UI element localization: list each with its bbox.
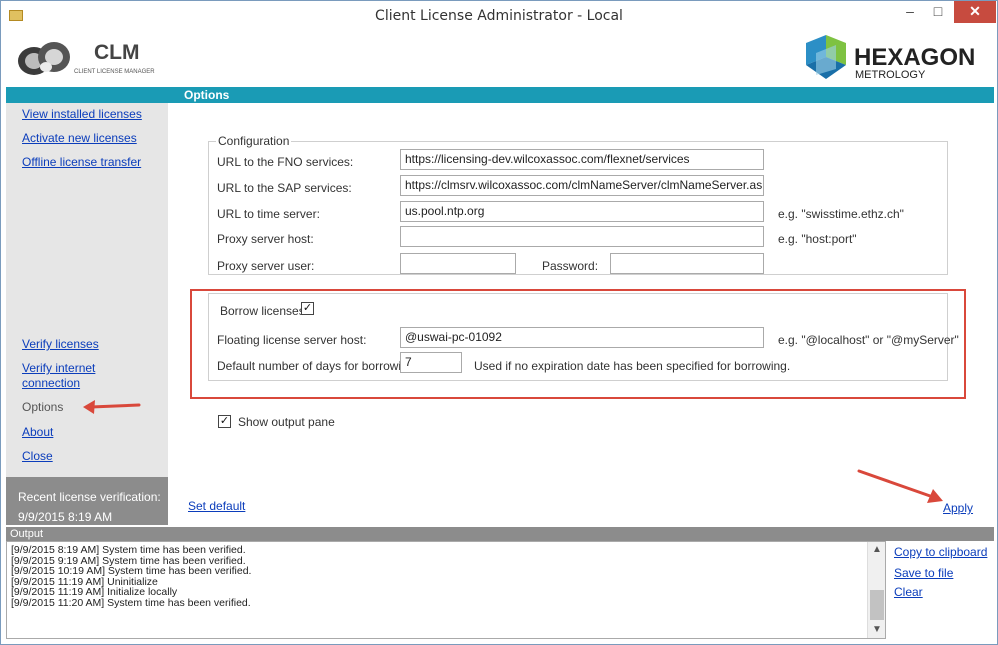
maximize-button[interactable]: □ (925, 1, 951, 23)
fno-url-input[interactable]: https://licensing-dev.wilcoxassoc.com/fl… (400, 149, 764, 170)
sidebar-item-verify-licenses[interactable]: Verify licenses (22, 337, 99, 351)
log-line: [9/9/2015 10:19 AM] System time has been… (11, 565, 252, 577)
sidebar-item-verify-internet-line1[interactable]: Verify internet (22, 361, 95, 375)
sidebar-item-options-selected[interactable]: Options (22, 400, 63, 414)
proxy-host-hint: e.g. "host:port" (778, 232, 857, 246)
password-label: Password: (542, 259, 599, 273)
clear-output-link[interactable]: Clear (894, 585, 923, 599)
set-default-link[interactable]: Set default (188, 499, 245, 513)
time-server-input[interactable]: us.pool.ntp.org (400, 201, 764, 222)
output-scrollbar[interactable]: ▲ ▼ (867, 542, 885, 638)
show-output-checkbox[interactable]: ✓ (218, 415, 231, 428)
time-server-label: URL to time server: (217, 207, 320, 221)
app-window: Client License Administrator - Local – □… (0, 0, 998, 645)
scroll-up-arrow-icon[interactable]: ▲ (868, 544, 886, 555)
sap-url-label: URL to the SAP services: (217, 181, 352, 195)
sap-url-input[interactable]: https://clmsrv.wilcoxassoc.com/clmNameSe… (400, 175, 764, 196)
output-actions: Copy to clipboard Save to file Clear (886, 541, 994, 639)
output-header: Output (6, 527, 994, 541)
time-server-hint: e.g. "swisstime.ethz.ch" (778, 207, 904, 221)
brand-subtitle: METROLOGY (855, 69, 926, 81)
sidebar-item-about[interactable]: About (22, 425, 53, 439)
close-window-button[interactable]: ✕ (954, 1, 996, 23)
log-line: [9/9/2015 11:19 AM] Initialize locally (11, 586, 178, 598)
window-title: Client License Administrator - Local (375, 8, 623, 24)
status-value: 9/9/2015 8:19 AM (18, 510, 113, 524)
options-title-bar: Options (168, 87, 994, 103)
proxy-user-input[interactable] (400, 253, 516, 274)
borrow-days-input[interactable]: 7 (400, 352, 462, 373)
sidebar-item-view-installed-licenses[interactable]: View installed licenses (22, 107, 142, 121)
floating-host-hint: e.g. "@localhost" or "@myServer" (778, 333, 959, 347)
output-log[interactable]: [9/9/2015 8:19 AM] System time has been … (6, 541, 886, 639)
password-input[interactable] (610, 253, 764, 274)
borrow-licenses-label: Borrow licenses (220, 304, 305, 318)
log-line: [9/9/2015 11:20 AM] System time has been… (11, 596, 251, 609)
proxy-host-label: Proxy server host: (217, 232, 314, 246)
show-output-label: Show output pane (238, 415, 335, 429)
save-to-file-link[interactable]: Save to file (894, 566, 953, 580)
title-bar[interactable]: Client License Administrator - Local – □… (1, 1, 997, 31)
sidebar-item-offline-license-transfer[interactable]: Offline license transfer (22, 155, 141, 169)
floating-host-input[interactable]: @uswai-pc-01092 (400, 327, 764, 348)
fno-url-label: URL to the FNO services: (217, 155, 354, 169)
sidebar-header-bar (6, 87, 168, 103)
borrow-licenses-checkbox[interactable]: ✓ (301, 302, 314, 315)
license-verification-status: Recent license verification: 9/9/2015 8:… (6, 477, 168, 525)
options-annotation-arrow-icon (83, 400, 141, 414)
status-label: Recent license verification: (18, 490, 161, 504)
borrow-days-label: Default number of days for borrowing: (217, 359, 418, 373)
sidebar: View installed licenses Activate new lic… (6, 87, 168, 477)
hexagon-logo: HEXAGON METROLOGY (806, 35, 975, 81)
sidebar-item-close[interactable]: Close (22, 449, 53, 463)
copy-to-clipboard-link[interactable]: Copy to clipboard (894, 545, 987, 559)
floating-host-label: Floating license server host: (217, 333, 367, 347)
apply-annotation-arrow-icon (857, 469, 943, 503)
log-line: [9/9/2015 8:19 AM] System time has been … (11, 544, 246, 556)
minimize-button[interactable]: – (897, 1, 923, 23)
clm-logo-subtitle: CLIENT LICENSE MANAGER (74, 69, 155, 75)
options-panel: Configuration URL to the FNO services: h… (168, 103, 994, 525)
sidebar-item-activate-new-licenses[interactable]: Activate new licenses (22, 131, 137, 145)
header-banner: CLM CLIENT LICENSE MANAGER HEXAGON METRO… (6, 31, 994, 85)
brand-name: HEXAGON (854, 44, 975, 71)
scroll-thumb[interactable] (870, 590, 884, 620)
clm-logo-text: CLM (94, 41, 140, 64)
clm-logo: CLM CLIENT LICENSE MANAGER (18, 41, 155, 75)
proxy-user-label: Proxy server user: (217, 259, 315, 273)
scroll-down-arrow-icon[interactable]: ▼ (868, 624, 886, 635)
configuration-legend: Configuration (216, 134, 292, 148)
borrow-days-hint: Used if no expiration date has been spec… (474, 359, 791, 373)
proxy-host-input[interactable] (400, 226, 764, 247)
sidebar-item-verify-internet-line2[interactable]: connection (22, 376, 80, 390)
